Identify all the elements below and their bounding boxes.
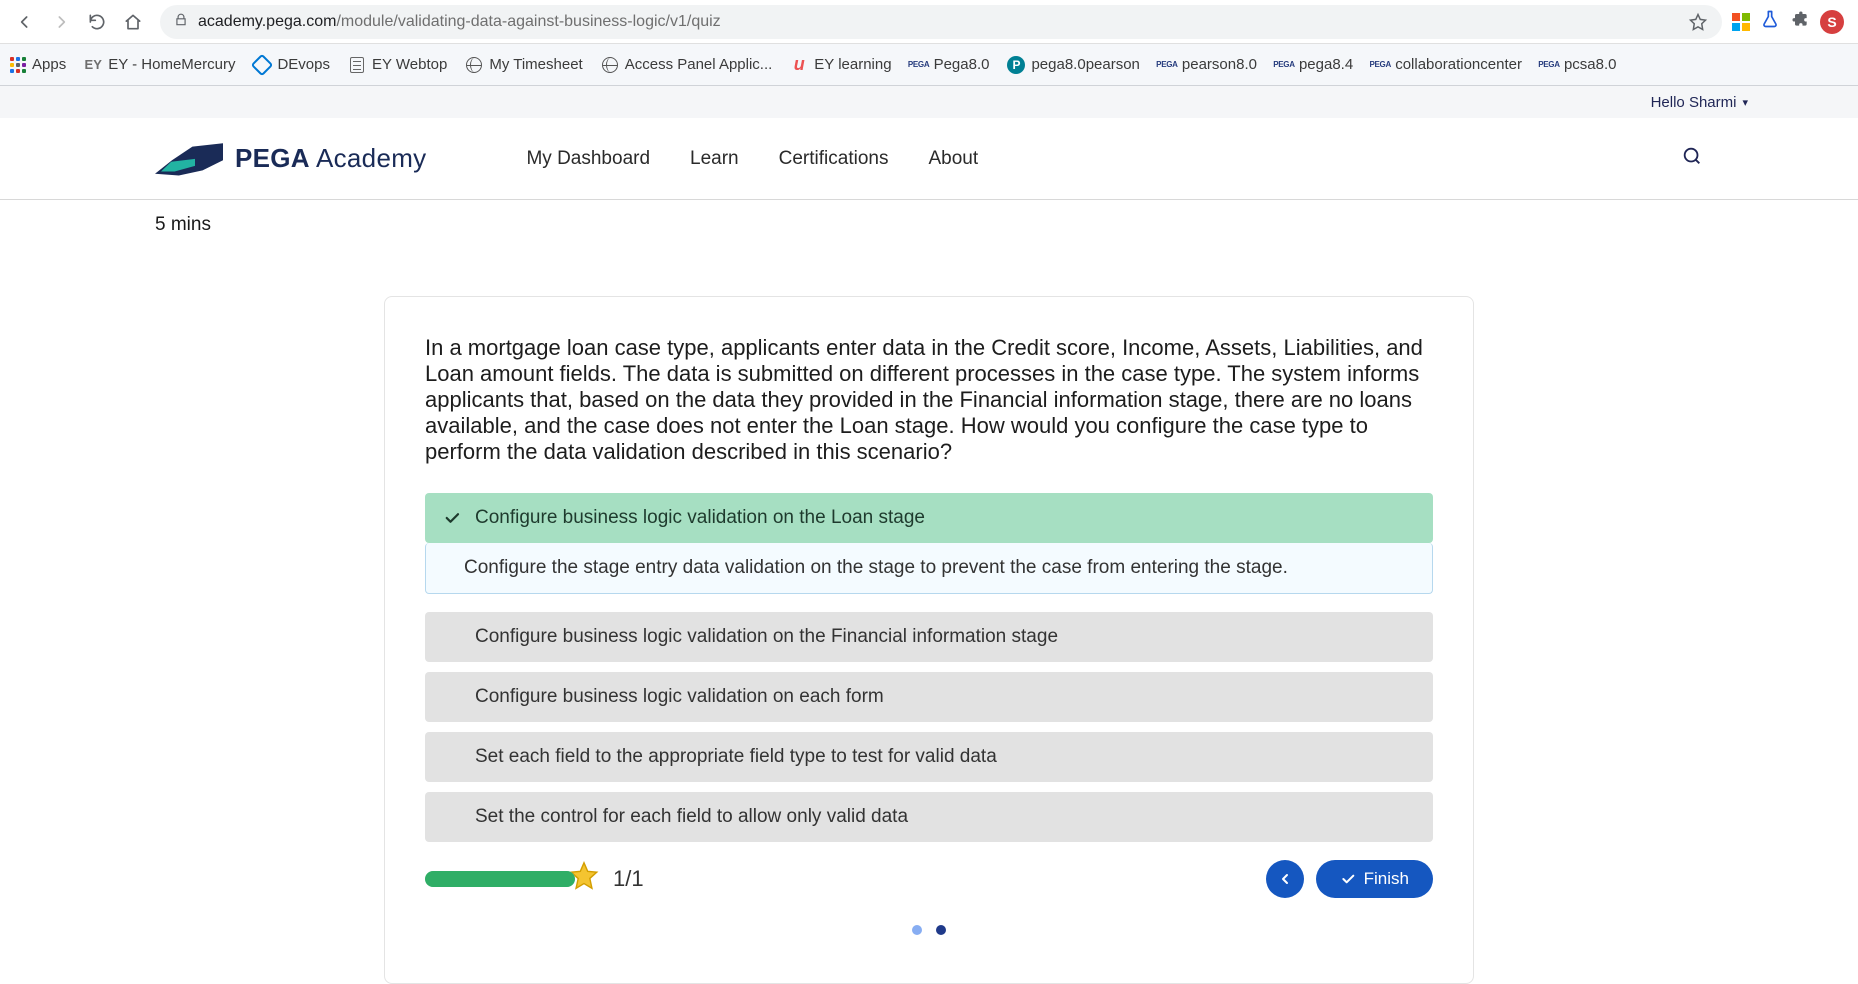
progress-indicator: 1/1 <box>425 860 644 899</box>
quiz-timer: 5 mins <box>0 200 1858 236</box>
pega-swoosh-icon <box>155 142 223 176</box>
pega-logo-text: PEGA Academy <box>235 143 426 174</box>
udemy-favicon: u <box>790 56 808 74</box>
bookmark-my-timesheet[interactable]: My Timesheet <box>465 56 582 74</box>
bookmark-bar: Apps EY EY - HomeMercury DEvops EY Webto… <box>0 44 1858 86</box>
search-icon[interactable] <box>1681 154 1703 171</box>
logo-light: Academy <box>310 143 427 173</box>
bookmark-label: pcsa8.0 <box>1564 56 1617 73</box>
url-path: /module/validating-data-against-business… <box>336 13 720 30</box>
bookmark-label: pega8.4 <box>1299 56 1353 73</box>
logo-bold: PEGA <box>235 143 310 173</box>
bookmark-label: DEvops <box>277 56 330 73</box>
bookmark-pega80[interactable]: PEGA Pega8.0 <box>910 56 990 74</box>
progress-fill <box>425 871 575 887</box>
apps-grid-icon <box>10 57 26 73</box>
globe-favicon <box>601 56 619 74</box>
bookmark-label: EY learning <box>814 56 891 73</box>
lock-icon <box>174 13 188 30</box>
finish-label: Finish <box>1364 869 1409 889</box>
user-greeting[interactable]: Hello Sharmi <box>1651 94 1737 111</box>
profile-avatar[interactable]: S <box>1820 10 1844 34</box>
question-text: In a mortgage loan case type, applicants… <box>425 335 1433 465</box>
pega-favicon: PEGA <box>1540 56 1558 74</box>
score-text: 1/1 <box>613 866 644 892</box>
bookmark-pega80pearson[interactable]: P pega8.0pearson <box>1007 56 1139 74</box>
extensions-icon[interactable] <box>1790 9 1810 35</box>
dot-2[interactable] <box>936 925 946 935</box>
bookmark-star-icon[interactable] <box>1688 12 1708 32</box>
nav-learn[interactable]: Learn <box>690 148 739 170</box>
pearson-favicon: P <box>1007 56 1025 74</box>
prev-button[interactable] <box>1266 860 1304 898</box>
apps-label: Apps <box>32 56 66 73</box>
answer-option-4[interactable]: Set each field to the appropriate field … <box>425 732 1433 782</box>
bookmark-label: Pega8.0 <box>934 56 990 73</box>
bookmark-access-panel[interactable]: Access Panel Applic... <box>601 56 773 74</box>
pega-favicon: PEGA <box>910 56 928 74</box>
site-header: PEGA Academy My Dashboard Learn Certific… <box>0 118 1858 200</box>
pega-favicon: PEGA <box>1275 56 1293 74</box>
forward-button[interactable] <box>44 5 78 39</box>
pega-favicon: PEGA <box>1158 56 1176 74</box>
document-favicon <box>348 56 366 74</box>
nav-my-dashboard[interactable]: My Dashboard <box>526 148 650 170</box>
answer-feedback-text: Configure the stage entry data validatio… <box>464 557 1288 578</box>
answer-option-3[interactable]: Configure business logic validation on e… <box>425 672 1433 722</box>
address-bar[interactable]: academy.pega.com/module/validating-data-… <box>160 5 1722 39</box>
answer-option-5[interactable]: Set the control for each field to allow … <box>425 792 1433 842</box>
answer-feedback: Configure the stage entry data validatio… <box>425 543 1433 594</box>
apps-button[interactable]: Apps <box>10 56 66 73</box>
pager-dots <box>425 925 1433 935</box>
bookmark-label: EY Webtop <box>372 56 447 73</box>
bookmark-label: pega8.0pearson <box>1031 56 1139 73</box>
answer-correct[interactable]: Configure business logic validation on t… <box>425 493 1433 543</box>
bookmark-label: collaborationcenter <box>1395 56 1522 73</box>
avatar-letter: S <box>1827 14 1836 30</box>
nav-certifications[interactable]: Certifications <box>779 148 889 170</box>
back-button[interactable] <box>8 5 42 39</box>
url-text: academy.pega.com/module/validating-data-… <box>198 13 721 31</box>
bookmark-pcsa80[interactable]: PEGA pcsa8.0 <box>1540 56 1617 74</box>
bookmark-label: My Timesheet <box>489 56 582 73</box>
bookmark-devops[interactable]: DEvops <box>253 56 330 74</box>
bookmark-label: EY - HomeMercury <box>108 56 235 73</box>
pega-academy-logo[interactable]: PEGA Academy <box>155 142 426 176</box>
bookmark-pearson80[interactable]: PEGA pearson8.0 <box>1158 56 1257 74</box>
progress-bar <box>425 871 575 887</box>
answer-option-4-label: Set each field to the appropriate field … <box>475 746 997 767</box>
answer-correct-label: Configure business logic validation on t… <box>475 507 925 528</box>
answer-option-2-label: Configure business logic validation on t… <box>475 626 1058 647</box>
bookmark-label: Access Panel Applic... <box>625 56 773 73</box>
ey-favicon: EY <box>84 56 102 74</box>
check-icon <box>443 509 461 527</box>
bookmark-label: pearson8.0 <box>1182 56 1257 73</box>
quiz-card: In a mortgage loan case type, applicants… <box>384 296 1474 984</box>
bookmark-ey-learning[interactable]: u EY learning <box>790 56 891 74</box>
nav-about[interactable]: About <box>928 148 978 170</box>
bookmark-ey-homemercury[interactable]: EY EY - HomeMercury <box>84 56 235 74</box>
windows-tiles-icon[interactable] <box>1732 13 1750 31</box>
bookmark-pega84[interactable]: PEGA pega8.4 <box>1275 56 1353 74</box>
url-domain: academy.pega.com <box>198 13 336 30</box>
chevron-down-icon[interactable]: ▾ <box>1742 96 1748 109</box>
finish-button[interactable]: Finish <box>1316 860 1433 898</box>
pega-favicon: PEGA <box>1371 56 1389 74</box>
user-greeting-bar: Hello Sharmi ▾ <box>0 86 1858 118</box>
answer-option-3-label: Configure business logic validation on e… <box>475 686 884 707</box>
browser-toolbar: academy.pega.com/module/validating-data-… <box>0 0 1858 44</box>
home-button[interactable] <box>116 5 150 39</box>
answer-option-2[interactable]: Configure business logic validation on t… <box>425 612 1433 662</box>
dot-1[interactable] <box>912 925 922 935</box>
lab-flask-icon[interactable] <box>1760 9 1780 35</box>
globe-favicon <box>465 56 483 74</box>
answer-option-5-label: Set the control for each field to allow … <box>475 806 908 827</box>
reload-button[interactable] <box>80 5 114 39</box>
bookmark-ey-webtop[interactable]: EY Webtop <box>348 56 447 74</box>
devops-favicon <box>253 56 271 74</box>
bookmark-collabcenter[interactable]: PEGA collaborationcenter <box>1371 56 1522 74</box>
